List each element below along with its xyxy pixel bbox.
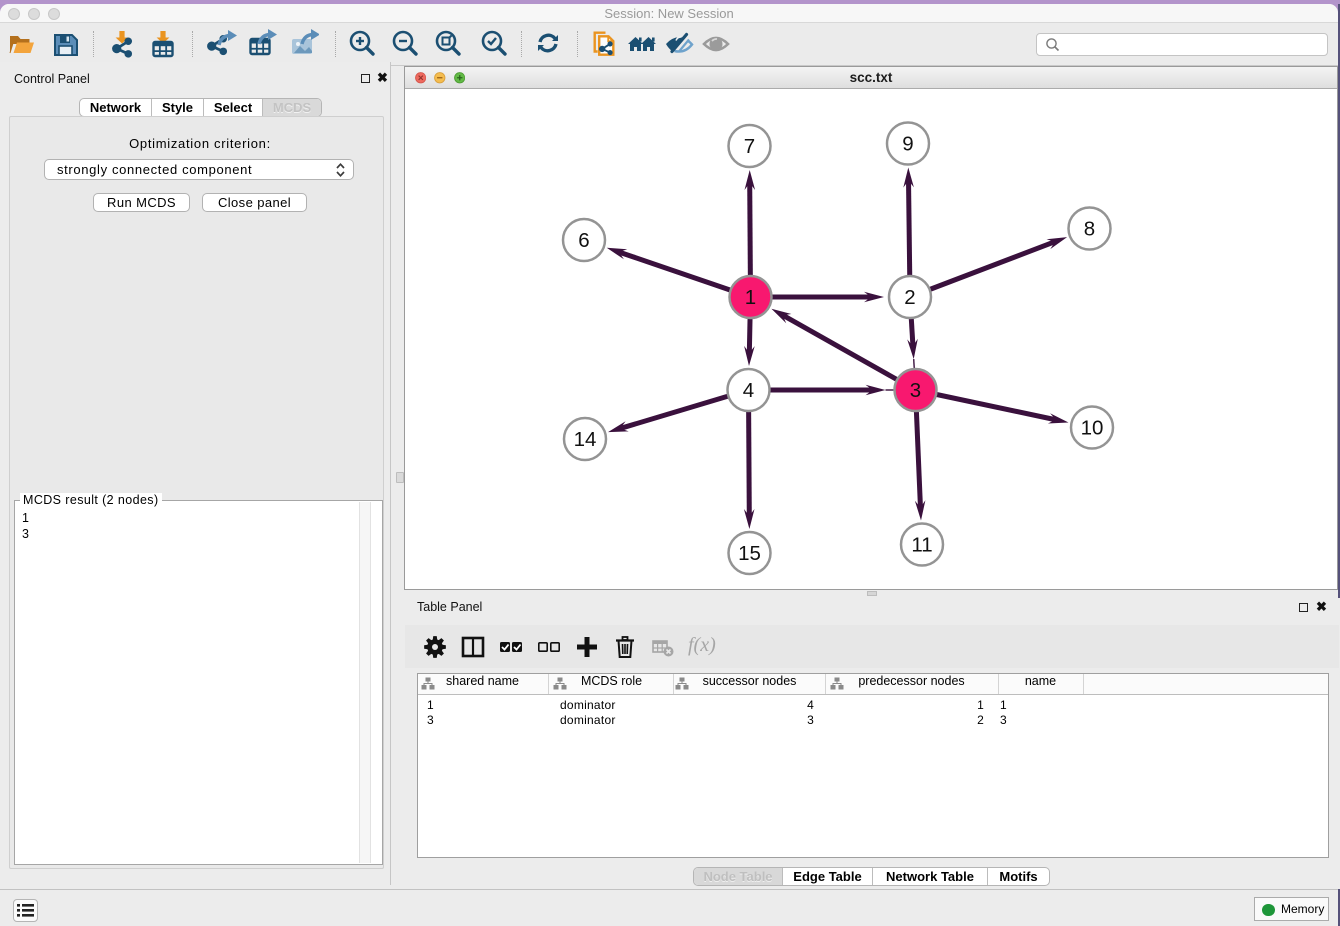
- svg-text:10: 10: [1081, 417, 1104, 440]
- svg-text:8: 8: [1084, 218, 1095, 241]
- svg-text:4: 4: [743, 379, 754, 402]
- svg-text:11: 11: [911, 534, 932, 557]
- svg-text:9: 9: [902, 133, 913, 156]
- svg-text:14: 14: [574, 428, 597, 451]
- svg-text:2: 2: [904, 286, 915, 309]
- svg-text:15: 15: [738, 542, 761, 565]
- svg-text:1: 1: [745, 286, 756, 309]
- svg-text:7: 7: [744, 135, 755, 158]
- svg-text:6: 6: [578, 229, 589, 252]
- svg-text:3: 3: [910, 379, 921, 402]
